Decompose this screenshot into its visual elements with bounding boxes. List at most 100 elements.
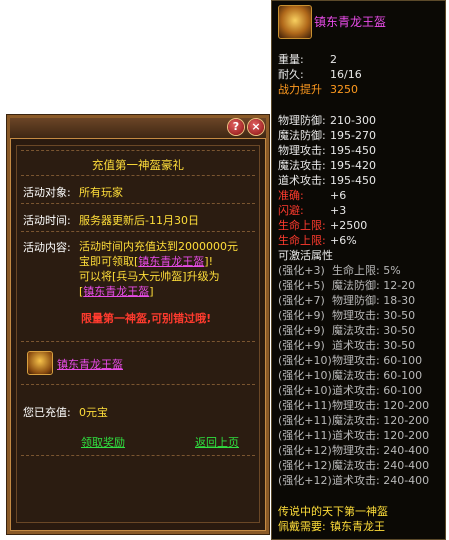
target-label: 活动对象: — [23, 186, 71, 199]
enhance-row: (强化+5) 魔法防御: 12-20 — [278, 277, 415, 293]
bonus-row: 准确: +6 — [278, 187, 346, 203]
helmet-icon — [278, 5, 312, 39]
enhance-row: (强化+10)魔法攻击: 60-100 — [278, 367, 422, 383]
wear-label: 佩戴需要: — [278, 520, 326, 533]
enhance-row: (强化+10)物理攻击: 60-100 — [278, 352, 422, 368]
bonus-value: +6% — [330, 234, 357, 247]
durability-value: 16/16 — [330, 68, 362, 81]
weight-value: 2 — [330, 53, 337, 66]
enhance-level: (强化+10) — [278, 369, 332, 382]
time-row: 活动时间: 服务器更新后-11月30日 — [23, 212, 253, 228]
bonus-value: +3 — [330, 204, 347, 217]
weight-label: 重量: — [278, 53, 304, 66]
enhance-row: (强化+12)物理攻击: 240-400 — [278, 442, 429, 458]
back-link[interactable]: 返回上页 — [195, 434, 253, 450]
reward-item-name[interactable]: 镇东青龙王盔 — [57, 356, 253, 372]
stat-label: 物理防御: — [278, 114, 326, 127]
enhance-level: (强化+9) — [278, 339, 325, 352]
enhance-attr: 物理攻击: 240-400 — [332, 444, 430, 457]
durability-label: 耐久: — [278, 68, 304, 81]
enhance-level: (强化+7) — [278, 294, 325, 307]
stat-value: 195-450 — [330, 174, 376, 187]
stat-value: 210-300 — [330, 114, 376, 127]
enhance-level: (强化+12) — [278, 474, 332, 487]
panel-title-bar[interactable]: ? × — [10, 118, 266, 139]
divider — [21, 203, 255, 204]
upgrade-item-link[interactable]: 镇东青龙王盔 — [83, 285, 149, 298]
enhance-attr: 生命上限: 5% — [332, 264, 401, 277]
stat-row: 魔法防御: 195-270 — [278, 127, 376, 143]
content-fragment: 宝即可领取[ — [79, 255, 139, 268]
bonus-label: 准确: — [278, 189, 304, 202]
bonus-row: 闪避: +3 — [278, 202, 346, 218]
close-button[interactable]: × — [248, 119, 264, 135]
enhance-row: (强化+10)道术攻击: 60-100 — [278, 382, 422, 398]
enhance-attr: 道术攻击: 60-100 — [332, 384, 423, 397]
enhance-row: (强化+12)魔法攻击: 240-400 — [278, 457, 429, 473]
recharged-value: 0元宝 — [79, 406, 108, 419]
enhance-level: (强化+11) — [278, 414, 332, 427]
enhance-level: (强化+12) — [278, 459, 332, 472]
bonus-row: 生命上限: +2500 — [278, 217, 367, 233]
bonus-label: 生命上限: — [278, 234, 326, 247]
weight-row: 重量: 2 — [278, 51, 337, 67]
item-tooltip: 镇东青龙王盔 重量: 2 耐久: 16/16 战力提升 3250 物理防御: 210-3… — [271, 0, 446, 540]
reward-item-link[interactable]: 镇东青龙王盔 — [138, 255, 204, 268]
stat-label: 魔法防御: — [278, 129, 326, 142]
divider — [21, 175, 255, 176]
enhance-attr: 物理防御: 18-30 — [332, 294, 416, 307]
panel-content: 充值第一神盔豪礼 活动对象: 所有玩家 活动时间: 服务器更新后-11月30日 … — [16, 145, 260, 523]
wear-row: 佩戴需要: 镇东青龙王 — [278, 518, 385, 534]
enhance-row: (强化+11)道术攻击: 120-200 — [278, 427, 429, 443]
stat-value: 195-450 — [330, 144, 376, 157]
time-label: 活动时间: — [23, 214, 71, 227]
event-title: 充值第一神盔豪礼 — [92, 158, 184, 172]
enhance-row: (强化+9) 物理攻击: 30-50 — [278, 307, 415, 323]
enhance-attr: 魔法防御: 12-20 — [332, 279, 416, 292]
content-line: 可以将[兵马大元帅盔]升级为 — [79, 270, 220, 283]
enhance-level: (强化+10) — [278, 384, 332, 397]
bonus-row: 生命上限: +6% — [278, 232, 357, 248]
enhance-row: (强化+12)道术攻击: 240-400 — [278, 472, 429, 488]
bonus-value: +2500 — [330, 219, 368, 232]
recharged-label: 您已充值: — [23, 406, 71, 419]
enhance-attr: 道术攻击: 240-400 — [332, 474, 430, 487]
enhance-level: (强化+9) — [278, 309, 325, 322]
durability-row: 耐久: 16/16 — [278, 66, 362, 82]
enhance-row: (强化+3) 生命上限: 5% — [278, 262, 401, 278]
enhance-attr: 物理攻击: 60-100 — [332, 354, 423, 367]
stat-label: 物理攻击: — [278, 144, 326, 157]
stat-label: 魔法攻击: — [278, 159, 326, 172]
helmet-icon[interactable] — [27, 351, 53, 375]
content-label: 活动内容: — [23, 241, 71, 254]
legend-text: 传说中的天下第一神盔 — [278, 505, 388, 518]
content-row: 活动内容: 活动时间内充值达到2000000元 宝即可领取[镇东青龙王盔]! 可… — [23, 239, 253, 299]
enhance-attr: 道术攻击: 30-50 — [332, 339, 416, 352]
stat-row: 道术攻击: 195-450 — [278, 172, 376, 188]
stat-label: 道术攻击: — [278, 174, 326, 187]
claim-reward-label[interactable]: 领取奖励 — [81, 436, 125, 449]
enhance-level: (强化+11) — [278, 399, 332, 412]
target-value: 所有玩家 — [79, 186, 123, 199]
divider — [21, 231, 255, 232]
back-label[interactable]: 返回上页 — [195, 436, 239, 449]
enhance-level: (强化+5) — [278, 279, 325, 292]
power-value: 3250 — [330, 83, 358, 96]
stat-value: 195-420 — [330, 159, 376, 172]
bonus-value: +6 — [330, 189, 347, 202]
enhance-attr: 魔法攻击: 60-100 — [332, 369, 423, 382]
enhance-attr: 魔法攻击: 120-200 — [332, 414, 430, 427]
enhance-attr: 物理攻击: 120-200 — [332, 399, 430, 412]
content-line: [镇东青龙王盔] — [79, 284, 238, 299]
time-value: 服务器更新后-11月30日 — [79, 214, 199, 227]
content-text: 活动时间内充值达到2000000元 宝即可领取[镇东青龙王盔]! 可以将[兵马大… — [79, 239, 238, 299]
recharged-row: 您已充值: 0元宝 — [23, 404, 253, 420]
help-button[interactable]: ? — [228, 119, 244, 135]
enhance-level: (强化+12) — [278, 444, 332, 457]
divider — [21, 341, 255, 342]
stat-row: 魔法攻击: 195-420 — [278, 157, 376, 173]
enhance-level: (强化+10) — [278, 354, 332, 367]
stat-row: 物理防御: 210-300 — [278, 112, 376, 128]
enhance-level: (强化+3) — [278, 264, 325, 277]
enhance-level: (强化+11) — [278, 429, 332, 442]
